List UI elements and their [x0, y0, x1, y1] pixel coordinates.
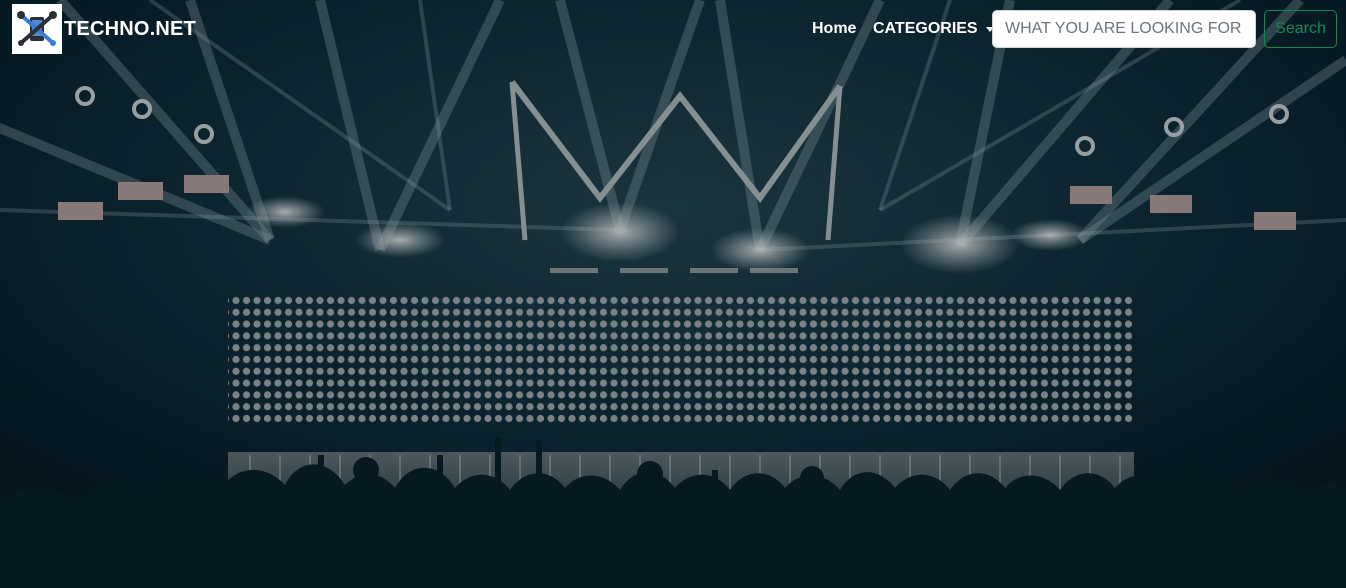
- search-button[interactable]: Search: [1264, 10, 1337, 48]
- nav-categories-dropdown[interactable]: CATEGORIES: [873, 20, 994, 38]
- top-navbar: TECHNO.NET Home CATEGORIES Search: [0, 0, 1346, 58]
- brand-logo: [12, 4, 62, 54]
- nav-home-link[interactable]: Home: [812, 20, 856, 38]
- brand-link[interactable]: TECHNO.NET: [12, 4, 196, 54]
- nav-categories-label: CATEGORIES: [873, 20, 978, 37]
- tools-icon: [17, 11, 57, 46]
- hero-background-image: [0, 0, 1346, 588]
- search-input[interactable]: [992, 10, 1256, 48]
- brand-name: TECHNO.NET: [64, 17, 196, 40]
